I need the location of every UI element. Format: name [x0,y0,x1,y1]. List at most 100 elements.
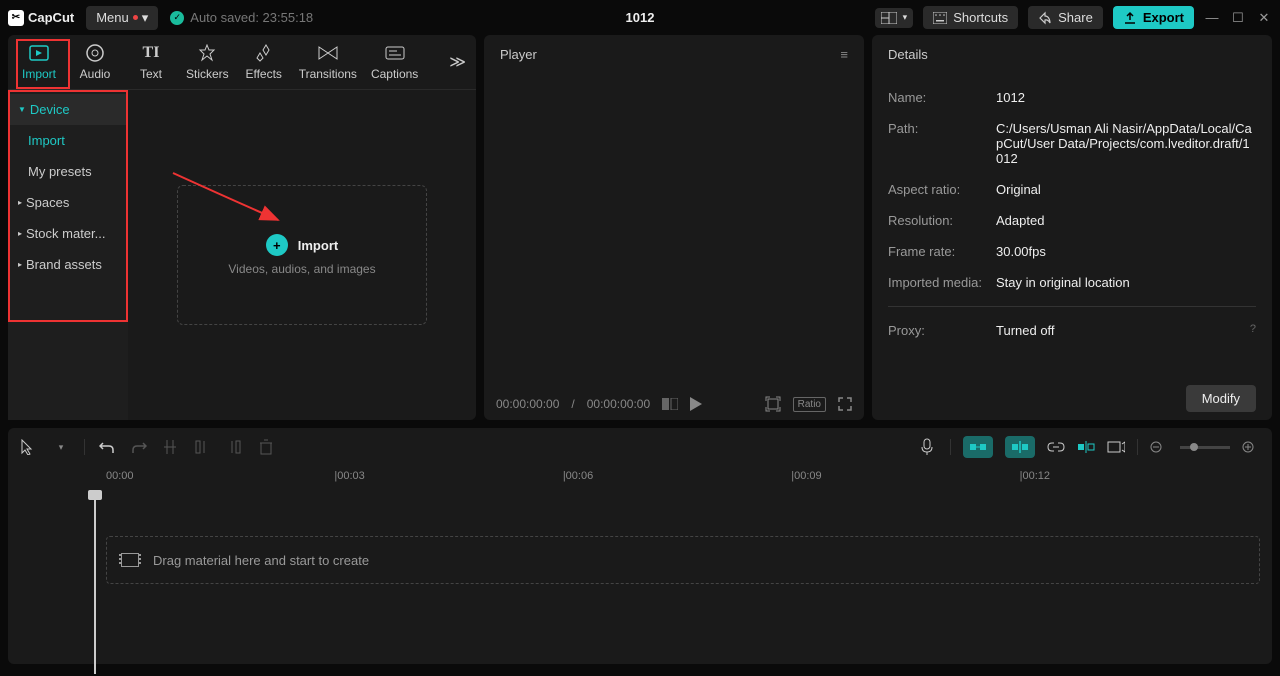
redo-button[interactable] [131,440,149,454]
tab-import[interactable]: Import [18,43,60,81]
detail-framerate-label: Frame rate: [888,244,996,259]
sidebar-device-label: Device [30,102,70,117]
export-icon [1123,11,1137,25]
cursor-dropdown[interactable]: ▾ [52,442,70,453]
layout-button[interactable]: ▾ [875,8,914,28]
align-toggle[interactable] [1077,440,1095,454]
cursor-tool[interactable] [20,439,38,455]
timeline-body[interactable]: 00:00 |00:03 |00:06 |00:09 |00:12 Drag m… [8,466,1272,664]
text-icon: TI [141,43,161,63]
export-label: Export [1143,10,1184,25]
detail-imported-label: Imported media: [888,275,996,290]
detail-path-label: Path: [888,121,996,166]
player-controls: 00:00:00:00 / 00:00:00:00 Ratio [484,388,864,420]
media-panel: Import Audio TI Text Stickers Effects Tr… [8,35,476,420]
zoom-out-button[interactable] [1150,441,1168,453]
maximize-button[interactable]: ☐ [1230,10,1246,26]
time-current: 00:00:00:00 [496,397,559,411]
ruler-mark: 00:00 [106,470,334,482]
audio-icon [85,43,105,63]
tab-transitions[interactable]: Transitions [299,43,357,81]
export-button[interactable]: Export [1113,6,1194,29]
import-drop-zone[interactable]: + Import Videos, audios, and images [177,185,427,325]
player-title: Player [500,47,537,62]
time-total: 00:00:00:00 [587,397,650,411]
sidebar-item-stock[interactable]: ▸Stock mater... [8,218,128,249]
modify-button[interactable]: Modify [1186,385,1256,412]
media-sidebar: ▼ Device Import My presets ▸Spaces ▸Stock… [8,90,128,420]
tab-import-label: Import [22,67,56,81]
compare-icon[interactable] [662,398,678,410]
tab-stickers[interactable]: Stickers [186,43,229,81]
tab-text[interactable]: TI Text [130,43,172,81]
undo-button[interactable] [99,440,117,454]
link-toggle[interactable] [1047,442,1065,452]
delete-button[interactable] [259,439,277,455]
menu-dot-icon [133,15,138,20]
trim-left-button[interactable] [195,439,213,455]
share-button[interactable]: Share [1028,6,1103,29]
sidebar-item-brand[interactable]: ▸ Brand assets [8,249,128,280]
menu-button[interactable]: Menu ▾ [86,6,158,30]
media-tabs: Import Audio TI Text Stickers Effects Tr… [8,35,476,90]
help-icon[interactable]: ? [1250,323,1256,338]
detail-name-value: 1012 [996,90,1256,105]
share-label: Share [1058,10,1093,25]
caret-down-icon: ▼ [18,105,26,114]
ratio-button[interactable]: Ratio [793,397,826,412]
caret-right-icon: ▸ [18,198,22,207]
tab-audio-label: Audio [80,67,111,81]
time-separator: / [571,397,574,411]
playhead-line [94,494,96,674]
tabs-more-button[interactable]: ≫ [449,52,466,72]
layout-icon [881,12,897,24]
play-button[interactable] [690,397,702,411]
snap-toggle[interactable] [963,436,993,458]
player-menu-button[interactable]: ≡ [840,47,848,62]
close-button[interactable]: ✕ [1256,10,1272,26]
tab-text-label: Text [140,67,162,81]
sidebar-item-device[interactable]: ▼ Device [8,94,128,125]
sidebar-brand-label: Brand assets [26,257,102,272]
magnet-toggle[interactable] [1005,436,1035,458]
detail-proxy-value: Turned off [996,323,1250,338]
timeline-drop-zone[interactable]: Drag material here and start to create [106,536,1260,584]
app-name: CapCut [28,10,74,25]
tab-effects[interactable]: Effects [243,43,285,81]
timeline-ruler[interactable]: 00:00 |00:03 |00:06 |00:09 |00:12 [20,466,1260,486]
trim-right-button[interactable] [227,439,245,455]
autosave-status: ✓ Auto saved: 23:55:18 [170,10,313,25]
minimize-button[interactable]: — [1204,10,1220,25]
caret-right-icon: ▸ [18,260,22,269]
timeline-toolbar: ▾ [8,428,1272,466]
detail-resolution-value: Adapted [996,213,1256,228]
ruler-mark: |00:06 [563,470,791,482]
zoom-in-button[interactable] [1242,441,1260,453]
detail-path-value: C:/Users/Usman Ali Nasir/AppData/Local/C… [996,121,1256,166]
logo-icon: ✂ [8,10,24,26]
preview-toggle[interactable] [1107,441,1125,453]
shortcuts-label: Shortcuts [953,10,1008,25]
sidebar-item-spaces[interactable]: ▸Spaces [8,187,128,218]
sidebar-sub-presets[interactable]: My presets [8,156,128,187]
project-title: 1012 [626,10,655,25]
keyboard-icon [933,12,947,24]
tab-effects-label: Effects [245,67,281,81]
tab-audio[interactable]: Audio [74,43,116,81]
shortcuts-button[interactable]: Shortcuts [923,6,1018,29]
tab-captions[interactable]: Captions [371,43,418,81]
detail-resolution-label: Resolution: [888,213,996,228]
detail-proxy-label: Proxy: [888,323,996,338]
sidebar-sub-import[interactable]: Import [8,125,128,156]
transitions-icon [318,43,338,63]
mic-button[interactable] [920,438,938,456]
fullscreen-button[interactable] [838,397,852,411]
detail-aspect-label: Aspect ratio: [888,182,996,197]
scale-icon[interactable] [765,396,781,412]
zoom-thumb[interactable] [1190,443,1198,451]
zoom-slider[interactable] [1180,446,1230,449]
tab-transitions-label: Transitions [299,67,357,81]
stickers-icon [197,43,217,63]
separator [1137,439,1138,455]
split-button[interactable] [163,439,181,455]
